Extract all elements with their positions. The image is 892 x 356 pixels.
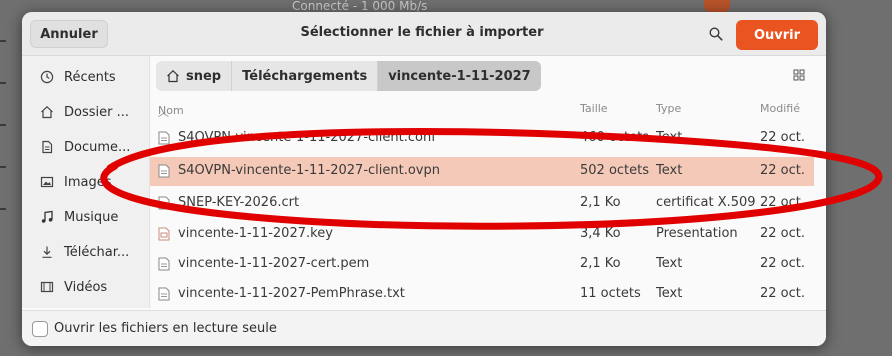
background-toggle xyxy=(704,0,730,12)
file-row[interactable]: vincente-1-11-2027.key 3,4 Ko Presentati… xyxy=(150,220,814,249)
file-size: 460 octets xyxy=(580,130,650,145)
file-size: 502 octets xyxy=(580,163,650,178)
breadcrumb-item-current[interactable]: vincente-1-11-2027 xyxy=(378,61,541,91)
file-type: Presentation xyxy=(656,226,738,241)
column-header-type[interactable]: Type xyxy=(656,102,681,115)
file-name: S4OVPN-vincente-1-11-2027-client.ovpn xyxy=(178,163,440,178)
film-icon xyxy=(38,280,56,294)
file-row[interactable]: vincente-1-11-2027-PemPhrase.txt 11 octe… xyxy=(150,280,814,309)
file-type: certificat X.509 xyxy=(656,195,756,210)
column-header-size[interactable]: Taille xyxy=(580,102,608,115)
file-type: Text xyxy=(656,163,683,178)
search-icon xyxy=(709,27,723,41)
file-name: vincente-1-11-2027.key xyxy=(178,226,333,241)
home-icon xyxy=(166,69,180,83)
breadcrumb-item-snep[interactable]: snep xyxy=(156,61,233,91)
dialog-header: Annuler Sélectionner le fichier à import… xyxy=(22,12,826,56)
sidebar-item-images[interactable]: Images xyxy=(22,167,150,197)
file-row[interactable]: S4OVPN-vincente-1-11-2027-client.conf 46… xyxy=(150,124,814,153)
file-name: SNEP-KEY-2026.crt xyxy=(178,195,300,210)
file-type: Text xyxy=(656,286,683,301)
background-status-text: Connecté - 1 000 Mb/s xyxy=(292,0,428,12)
sidebar-item-label: Musique xyxy=(64,209,119,225)
open-button[interactable]: Ouvrir xyxy=(736,20,818,50)
document-icon xyxy=(38,140,56,154)
places-sidebar: Récents Dossier ... Docume... Images Mus… xyxy=(22,56,150,308)
column-headers: Nom ︿ Taille Type Modifié xyxy=(150,100,826,120)
file-modified: 22 oct. xyxy=(760,256,806,271)
sidebar-item-home[interactable]: Dossier ... xyxy=(22,97,150,127)
text-file-icon xyxy=(158,287,170,301)
presentation-file-icon xyxy=(158,227,170,241)
sidebar-item-label: Dossier ... xyxy=(64,104,129,120)
download-icon xyxy=(38,245,56,259)
breadcrumb-label: Téléchargements xyxy=(242,68,368,84)
text-file-icon xyxy=(158,257,170,271)
text-file-icon xyxy=(158,164,170,178)
sidebar-item-label: Images xyxy=(64,174,112,190)
dialog-footer: Ouvrir les fichiers en lecture seule xyxy=(22,310,826,346)
breadcrumb-label: snep xyxy=(186,68,222,84)
file-size: 2,1 Ko xyxy=(580,195,621,210)
file-modified: 22 oct. xyxy=(760,226,806,241)
readonly-label[interactable]: Ouvrir les fichiers en lecture seule xyxy=(54,321,277,336)
text-file-icon xyxy=(158,131,170,145)
file-row-selected[interactable]: S4OVPN-vincente-1-11-2027-client.ovpn 50… xyxy=(150,157,814,186)
sidebar-item-videos[interactable]: Vidéos xyxy=(22,272,150,302)
breadcrumb-item-downloads[interactable]: Téléchargements xyxy=(232,61,379,91)
breadcrumb-label: vincente-1-11-2027 xyxy=(388,68,531,84)
sidebar-item-label: Docume... xyxy=(64,139,131,155)
dialog-title: Sélectionner le fichier à importer xyxy=(300,25,544,40)
file-size: 2,1 Ko xyxy=(580,256,621,271)
file-row[interactable]: vincente-1-11-2027-cert.pem 2,1 Ko Text … xyxy=(150,250,814,279)
cancel-button[interactable]: Annuler xyxy=(30,20,108,48)
file-name: S4OVPN-vincente-1-11-2027-client.conf xyxy=(178,130,436,145)
file-type: Text xyxy=(656,130,683,145)
file-name: vincente-1-11-2027-PemPhrase.txt xyxy=(178,286,405,301)
background-edge xyxy=(0,40,12,290)
search-button[interactable] xyxy=(704,22,728,46)
file-modified: 22 oct. xyxy=(760,163,806,178)
file-chooser-dialog: Annuler Sélectionner le fichier à import… xyxy=(22,12,826,346)
image-icon xyxy=(38,175,56,189)
sidebar-item-documents[interactable]: Docume... xyxy=(22,132,150,162)
sort-ascending-icon: ︿ xyxy=(158,106,169,119)
sidebar-item-music[interactable]: Musique xyxy=(22,202,150,232)
music-icon xyxy=(38,210,56,224)
file-modified: 22 oct. xyxy=(760,130,806,145)
sidebar-item-label: Vidéos xyxy=(64,279,108,295)
certificate-file-icon xyxy=(158,196,170,210)
clock-icon xyxy=(38,70,56,84)
sidebar-item-label: Téléchar... xyxy=(64,244,130,260)
file-name: vincente-1-11-2027-cert.pem xyxy=(178,256,370,271)
file-modified: 22 oct. xyxy=(760,286,806,301)
sidebar-item-downloads[interactable]: Téléchar... xyxy=(22,237,150,267)
file-modified: 22 oct. xyxy=(760,195,806,210)
file-size: 3,4 Ko xyxy=(580,226,621,241)
file-row[interactable]: SNEP-KEY-2026.crt 2,1 Ko certificat X.50… xyxy=(150,189,814,218)
file-type: Text xyxy=(656,256,683,271)
grid-view-button[interactable] xyxy=(792,68,810,86)
grid-icon xyxy=(793,69,805,81)
readonly-checkbox[interactable] xyxy=(32,321,48,337)
home-icon xyxy=(38,105,56,119)
sidebar-item-recent[interactable]: Récents xyxy=(22,62,150,92)
breadcrumb: snep Téléchargements vincente-1-11-2027 xyxy=(156,61,541,91)
file-size: 11 octets xyxy=(580,286,641,301)
sidebar-item-label: Récents xyxy=(64,69,116,85)
column-header-modified[interactable]: Modifié xyxy=(760,102,800,115)
